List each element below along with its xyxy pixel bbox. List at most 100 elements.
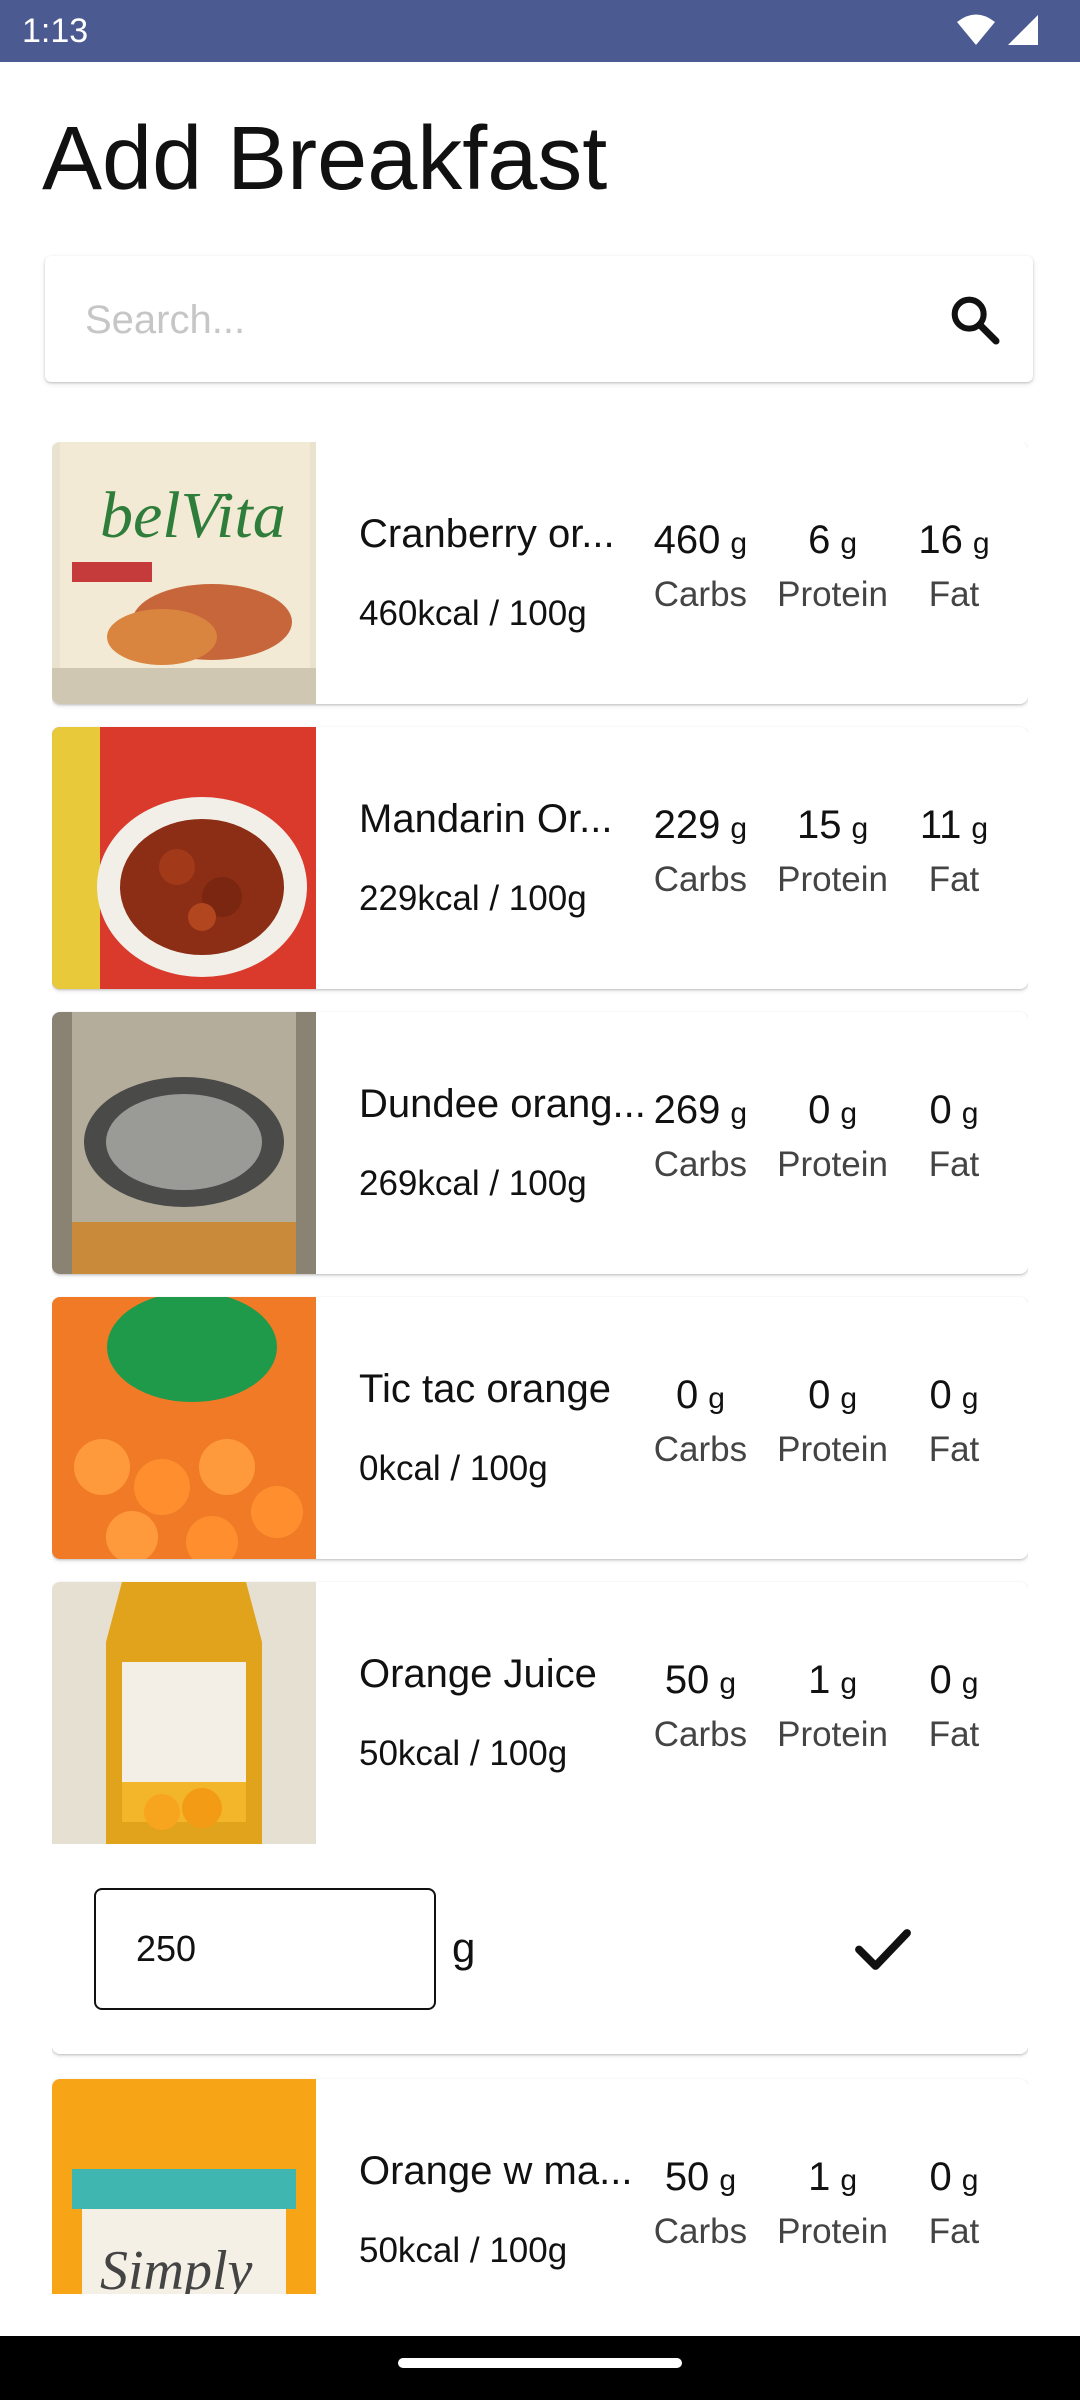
wifi-icon	[957, 14, 995, 45]
macro-label: Carbs	[653, 1430, 748, 1469]
macro-unit: g	[961, 1382, 979, 1415]
macro-protein: 15 g Protein	[777, 803, 888, 900]
page-title: Add Breakfast	[42, 109, 608, 209]
macro-label: Protein	[777, 1430, 888, 1469]
macro-unit: g	[730, 812, 748, 845]
macro-label: Protein	[777, 860, 888, 899]
macro-unit: g	[719, 1667, 736, 1700]
food-item[interactable]: Simply Orange w ma... 50kcal / 100g 50 g …	[52, 2079, 1028, 2294]
food-macros: 0g Carbs 0g Protein 0g Fat	[654, 1373, 990, 1470]
macro-unit: g	[840, 1097, 858, 1130]
macro-value: 11	[919, 803, 962, 847]
macro-unit: g	[708, 1382, 725, 1415]
macro-carbs: 269 g Carbs	[654, 1088, 747, 1185]
svg-text:belVita: belVita	[100, 479, 286, 552]
macro-unit: g	[961, 1667, 979, 1700]
search-icon[interactable]	[947, 292, 1003, 348]
macro-label: Fat	[928, 2212, 980, 2251]
food-kcal: 50kcal / 100g	[359, 2231, 568, 2270]
macro-unit: g	[730, 1097, 748, 1130]
quantity-panel: g	[52, 1844, 1028, 2054]
cell-signal-icon	[1008, 15, 1038, 45]
home-handle[interactable]	[398, 2358, 682, 2368]
macro-fat: 0g Fat	[918, 2155, 990, 2252]
macro-value: 269	[653, 1088, 721, 1132]
food-item-expanded[interactable]: Orange Juice 50kcal / 100g 50 g Carbs 1g …	[52, 1582, 1028, 2054]
macro-carbs: 0g Carbs	[654, 1373, 747, 1470]
macro-value: 1	[808, 1658, 831, 1702]
macro-value: 229	[653, 803, 721, 847]
macro-protein: 6g Protein	[777, 518, 888, 615]
food-item[interactable]: Dundee orang... 269kcal / 100g 269 g Carb…	[52, 1012, 1028, 1274]
macro-value: 1	[808, 2155, 831, 2199]
macro-fat: 11 g Fat	[918, 803, 990, 900]
macro-unit: g	[971, 812, 989, 845]
food-image: Simply	[52, 2079, 316, 2294]
macro-carbs: 460 g Carbs	[654, 518, 747, 615]
macro-label: Protein	[777, 1715, 888, 1754]
macro-value: 16	[918, 518, 963, 562]
search-box	[45, 256, 1033, 382]
macro-value: 0	[929, 1088, 952, 1132]
macro-value: 50	[664, 1658, 710, 1702]
status-bar: 1:13	[0, 0, 1080, 62]
macro-unit: g	[961, 2164, 979, 2197]
macro-value: 0	[929, 1658, 952, 1702]
status-icons	[956, 12, 1040, 48]
food-name: Orange Juice	[359, 1652, 597, 1696]
food-macros: 50 g Carbs 1g Protein 0g Fat	[654, 2155, 990, 2252]
macro-fat: 0g Fat	[918, 1658, 990, 1755]
quantity-input[interactable]	[94, 1888, 436, 2010]
macro-label: Carbs	[653, 1715, 748, 1754]
macro-unit: g	[730, 527, 748, 560]
food-kcal: 0kcal / 100g	[359, 1449, 548, 1488]
macro-unit: g	[840, 1667, 858, 1700]
macro-label: Fat	[928, 575, 980, 614]
macro-protein: 1g Protein	[777, 2155, 888, 2252]
macro-label: Fat	[928, 1430, 980, 1469]
food-image	[52, 727, 316, 989]
macro-value: 50	[664, 2155, 710, 2199]
food-item[interactable]: belVita Cranberry or... 460kcal / 100g 4…	[52, 442, 1028, 704]
macro-carbs: 50 g Carbs	[654, 2155, 747, 2252]
food-item[interactable]: Mandarin Or... 229kcal / 100g 229 g Carbs…	[52, 727, 1028, 989]
macro-value: 0	[929, 2155, 952, 2199]
food-name: Orange w ma...	[359, 2149, 633, 2193]
macro-protein: 1g Protein	[777, 1658, 888, 1755]
macro-unit: g	[961, 1097, 979, 1130]
macro-unit: g	[972, 527, 990, 560]
food-macros: 50 g Carbs 1g Protein 0g Fat	[654, 1658, 990, 1755]
macro-label: Carbs	[653, 1145, 748, 1184]
macro-value: 6	[808, 518, 831, 562]
macro-unit: g	[840, 527, 858, 560]
food-kcal: 269kcal / 100g	[359, 1164, 587, 1203]
macro-value: 0	[675, 1373, 699, 1417]
macro-label: Protein	[777, 1145, 888, 1184]
food-image: belVita	[52, 442, 316, 704]
macro-carbs: 50 g Carbs	[654, 1658, 747, 1755]
svg-text:Simply: Simply	[100, 2240, 253, 2294]
food-kcal: 460kcal / 100g	[359, 594, 587, 633]
food-macros: 229 g Carbs 15 g Protein 11 g Fat	[654, 803, 990, 900]
food-name: Cranberry or...	[359, 512, 615, 556]
food-list[interactable]: belVita Cranberry or... 460kcal / 100g 4…	[52, 442, 1028, 2294]
macro-label: Carbs	[653, 2212, 748, 2251]
macro-value: 460	[653, 518, 721, 562]
food-kcal: 229kcal / 100g	[359, 879, 587, 918]
food-image	[52, 1012, 316, 1274]
macro-label: Protein	[777, 2212, 888, 2251]
food-name: Dundee orang...	[359, 1082, 646, 1126]
macro-protein: 0g Protein	[777, 1373, 888, 1470]
system-nav-bar	[0, 2336, 1080, 2400]
search-input[interactable]	[83, 286, 947, 354]
food-item[interactable]: Tic tac orange 0kcal / 100g 0g Carbs 0g …	[52, 1297, 1028, 1559]
food-name: Mandarin Or...	[359, 797, 613, 841]
checkmark-icon[interactable]	[847, 1912, 919, 1984]
macro-unit: g	[851, 812, 869, 845]
food-name: Tic tac orange	[359, 1367, 611, 1411]
macro-fat: 0g Fat	[918, 1373, 990, 1470]
macro-value: 0	[929, 1373, 952, 1417]
food-kcal: 50kcal / 100g	[359, 1734, 568, 1773]
macro-label: Carbs	[653, 575, 748, 614]
macro-label: Fat	[928, 860, 980, 899]
